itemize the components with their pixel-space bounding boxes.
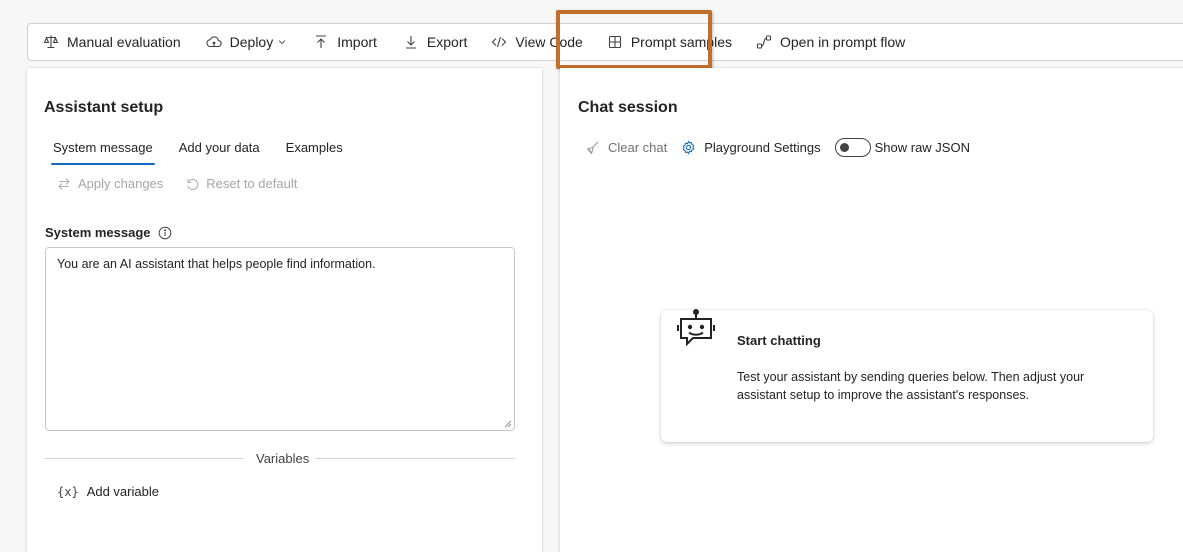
download-icon	[403, 34, 419, 50]
broom-icon	[586, 141, 599, 155]
prompt-samples-label: Prompt samples	[630, 34, 732, 50]
cloud-icon	[206, 34, 222, 50]
setup-actions: Apply changes Reset to default	[57, 176, 319, 191]
variables-divider: Variables	[44, 451, 515, 467]
assistant-setup-title: Assistant setup	[44, 99, 164, 116]
import-label: Import	[337, 34, 377, 50]
open-prompt-flow-button[interactable]: Open in prompt flow	[756, 23, 905, 61]
deploy-button[interactable]: Deploy	[206, 23, 287, 61]
variable-icon: {x}	[57, 484, 79, 499]
clear-chat-button[interactable]: Clear chat	[585, 140, 667, 155]
start-chatting-title: Start chatting	[737, 333, 821, 348]
swap-arrows-icon	[58, 177, 70, 190]
system-message-textarea[interactable]: You are an AI assistant that helps peopl…	[45, 247, 515, 431]
toolbar: Manual evaluation Deploy Import Export V…	[27, 23, 1183, 61]
playground-settings-label: Playground Settings	[704, 140, 821, 155]
info-icon[interactable]	[158, 226, 172, 240]
tab-examples[interactable]: Examples	[286, 140, 343, 165]
add-variable-label: Add variable	[86, 484, 159, 499]
import-button[interactable]: Import	[313, 23, 377, 61]
add-variable-button[interactable]: {x} Add variable	[57, 484, 159, 499]
flow-icon	[756, 34, 772, 50]
system-message-label-text: System message	[45, 225, 151, 240]
open-prompt-flow-label: Open in prompt flow	[780, 34, 906, 50]
show-raw-json-label: Show raw JSON	[874, 140, 970, 155]
import-icon	[313, 34, 329, 50]
page: Manual evaluation Deploy Import Export V…	[0, 0, 1183, 552]
chat-session-title: Chat session	[578, 99, 678, 116]
divider-line-left	[44, 458, 244, 459]
resize-handle-icon[interactable]	[504, 420, 512, 428]
deploy-label: Deploy	[229, 34, 274, 50]
export-label: Export	[426, 34, 468, 50]
assistant-setup-panel: Assistant setup System message Add your …	[27, 68, 542, 552]
chat-session-panel: Chat session Clear chat Playground Setti…	[560, 68, 1183, 552]
code-icon	[491, 34, 507, 50]
assistant-setup-tabs: System message Add your data Examples	[51, 140, 369, 165]
system-message-text: You are an AI assistant that helps peopl…	[57, 257, 376, 271]
view-code-button[interactable]: View Code	[491, 23, 583, 61]
tab-system-message[interactable]: System message	[51, 140, 155, 165]
view-code-label: View Code	[515, 34, 583, 50]
show-raw-json-toggle[interactable]	[834, 138, 871, 157]
reset-to-default-button[interactable]: Reset to default	[185, 176, 297, 191]
apply-changes-button[interactable]: Apply changes	[57, 176, 163, 191]
manual-evaluation-button[interactable]: Manual evaluation	[43, 23, 181, 61]
undo-icon	[187, 178, 199, 190]
system-message-label: System message	[45, 225, 172, 240]
clear-chat-label: Clear chat	[608, 140, 668, 155]
grid-icon	[607, 34, 623, 50]
apply-changes-label: Apply changes	[78, 176, 164, 191]
prompt-samples-button[interactable]: Prompt samples	[607, 23, 732, 61]
export-button[interactable]: Export	[403, 23, 467, 61]
start-chatting-description: Test your assistant by sending queries b…	[737, 370, 1085, 402]
divider-line-right	[315, 458, 515, 459]
scale-icon	[43, 34, 59, 50]
tab-add-your-data[interactable]: Add your data	[179, 140, 260, 165]
chat-toolbar: Clear chat Playground Settings Show raw …	[585, 138, 970, 157]
gear-icon	[682, 140, 695, 155]
chatbot-icon	[677, 309, 715, 347]
start-chatting-card: Start chatting Test your assistant by se…	[661, 309, 1153, 442]
variables-label: Variables	[256, 451, 310, 466]
chevron-down-icon	[278, 38, 286, 46]
toggle-knob	[839, 143, 849, 152]
reset-to-default-label: Reset to default	[206, 176, 298, 191]
playground-settings-button[interactable]: Playground Settings	[681, 140, 821, 155]
manual-evaluation-label: Manual evaluation	[67, 34, 181, 50]
